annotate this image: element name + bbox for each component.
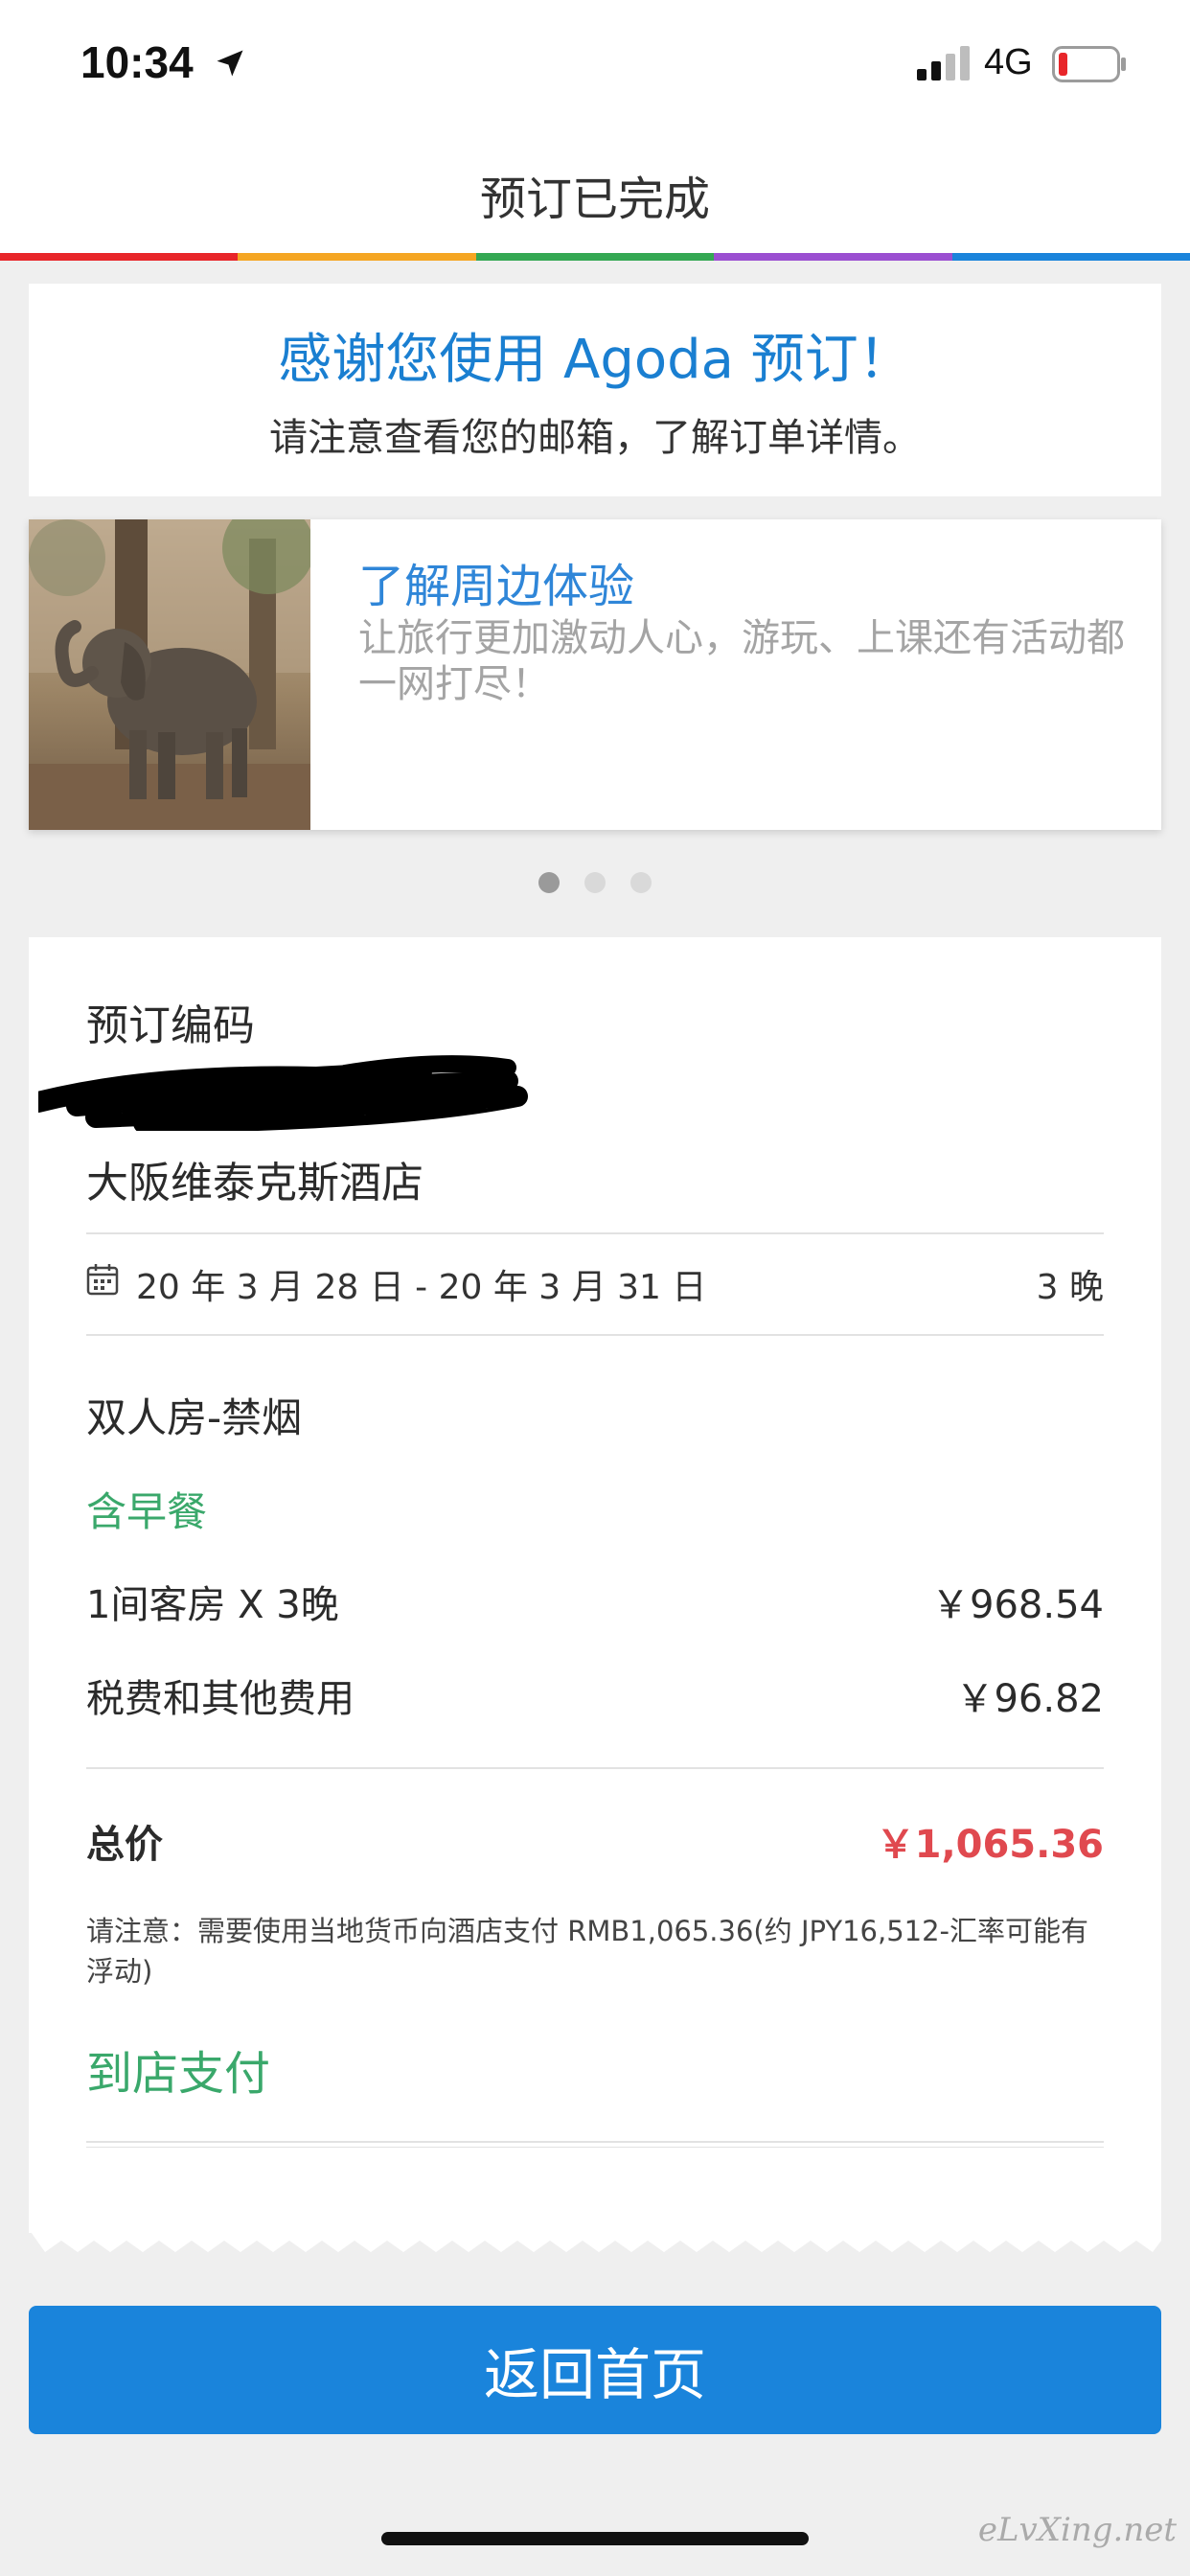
divider <box>86 1767 1104 1769</box>
redaction-scribble <box>38 1055 528 1131</box>
page-title: 预订已完成 <box>479 172 710 226</box>
receipt-zigzag-edge <box>29 2229 1161 2252</box>
hotel-name: 大阪维泰克斯酒店 <box>86 1159 423 1208</box>
signal-icon <box>917 46 970 80</box>
battery-icon <box>1052 46 1126 82</box>
stay-dates: 20 年 3 月 28 日 - 20 年 3 月 31 日 <box>136 1268 707 1307</box>
network-label: 4G <box>984 42 1033 82</box>
tax-label: 税费和其他费用 <box>86 1677 355 1721</box>
thanks-card: 感谢您使用 Agoda 预订！ 请注意查看您的邮箱，了解订单详情。 <box>29 284 1161 496</box>
thanks-title: 感谢您使用 Agoda 预订！ <box>278 329 912 391</box>
stripe-segment <box>951 253 1190 261</box>
carousel-dot[interactable] <box>538 872 560 893</box>
rooms-price-row: 1间客房 X 3晚 ￥968.54 <box>86 1574 1104 1631</box>
payment-note: 请注意：需要使用当地货币向酒店支付 RMB1,065.36(约 JPY16,51… <box>86 1915 1089 1988</box>
promo-description: 让旅行更加激动人心，游玩、上课还有活动都一网打尽！ <box>358 616 1125 706</box>
nav-header: 预订已完成 <box>0 134 1190 253</box>
divider <box>86 2147 1104 2148</box>
status-time: 10:34 <box>80 37 194 87</box>
back-to-home-button[interactable]: 返回首页 <box>29 2306 1161 2434</box>
total-price: ￥1,065.36 <box>876 1823 1104 1867</box>
watermark: eLvXing.net <box>977 2511 1177 2549</box>
breakfast-included: 含早餐 <box>86 1488 208 1535</box>
promo-title: 了解周边体验 <box>358 560 635 613</box>
tax-price: ￥96.82 <box>955 1677 1104 1721</box>
elephant-photo <box>29 519 310 830</box>
carousel-dot[interactable] <box>630 872 652 893</box>
total-label: 总价 <box>86 1823 163 1867</box>
rainbow-stripe <box>0 253 1190 261</box>
carousel-indicator <box>0 872 1190 893</box>
room-type: 双人房-禁烟 <box>86 1394 303 1441</box>
stripe-segment <box>0 253 239 261</box>
booking-receipt: 预订编码 大阪维泰克斯酒店 20 年 3 月 28 日 - 20 年 3 月 3… <box>29 937 1161 2233</box>
payment-method: 到店支付 <box>86 2047 271 2101</box>
thanks-subtitle: 请注意查看您的邮箱，了解订单详情。 <box>269 416 921 460</box>
tax-row: 税费和其他费用 ￥96.82 <box>86 1668 1104 1725</box>
rooms-price: ￥968.54 <box>931 1583 1104 1627</box>
stripe-segment <box>238 253 476 261</box>
stripe-segment <box>714 253 952 261</box>
nights-count: 3 晚 <box>1036 1268 1104 1307</box>
stripe-segment <box>475 253 715 261</box>
location-arrow-icon <box>217 50 243 77</box>
status-bar: 10:34 4G <box>0 0 1190 134</box>
rooms-label: 1间客房 X 3晚 <box>86 1583 339 1627</box>
stay-dates-row: 20 年 3 月 28 日 - 20 年 3 月 31 日 3 晚 <box>86 1259 1104 1317</box>
promo-card[interactable]: 了解周边体验 让旅行更加激动人心，游玩、上课还有活动都一网打尽！ <box>29 519 1161 830</box>
calendar-icon <box>86 1264 119 1296</box>
carousel-dot[interactable] <box>584 872 606 893</box>
home-indicator <box>381 2532 809 2545</box>
total-row: 总价 ￥1,065.36 <box>86 1813 1104 1871</box>
divider <box>86 1334 1104 1336</box>
divider <box>86 1232 1104 1234</box>
divider <box>86 2141 1104 2143</box>
